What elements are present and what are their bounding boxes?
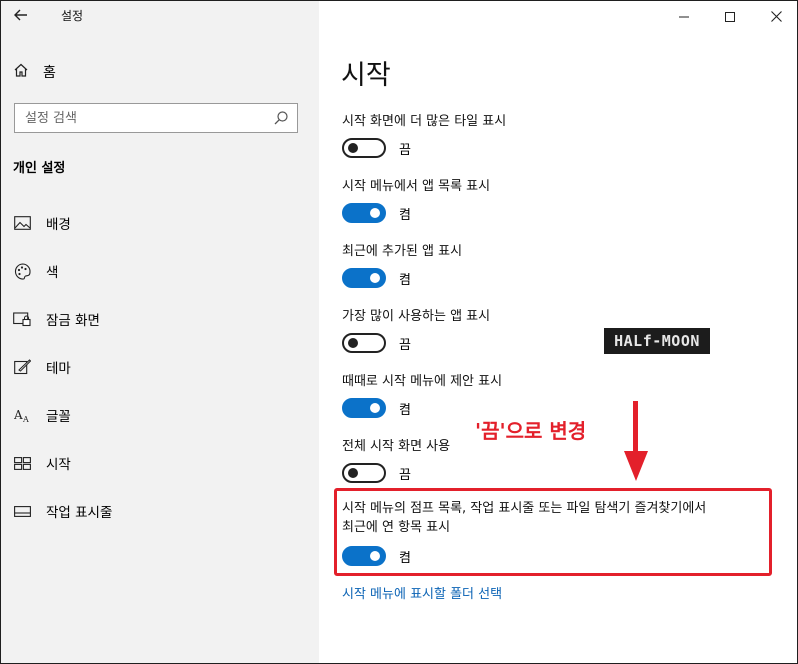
setting-label-suggestions: 때때로 시작 메뉴에 제안 표시 bbox=[342, 374, 503, 389]
sidebar-item-label: 작업 표시줄 bbox=[46, 505, 113, 521]
page-title: 시작 bbox=[341, 60, 391, 91]
toggle-knob bbox=[370, 551, 380, 561]
toggle-state-label: 끔 bbox=[399, 467, 411, 483]
choose-folders-link[interactable]: 시작 메뉴에 표시할 폴더 선택 bbox=[342, 583, 502, 602]
main-content: 시작 시작 화면에 더 많은 타일 표시 끔 시작 메뉴에서 앱 목록 표시 켬… bbox=[319, 1, 797, 663]
search-input[interactable] bbox=[15, 109, 267, 127]
sidebar-item-label: 잠금 화면 bbox=[46, 313, 100, 329]
jump-list-label-line1: 시작 메뉴의 점프 목록, 작업 표시줄 또는 파일 탐색기 즐겨찾기에서 bbox=[342, 501, 707, 516]
minimize-icon bbox=[679, 7, 689, 26]
setting-label-full-screen: 전체 시작 화면 사용 bbox=[342, 439, 451, 454]
arrow-left-icon bbox=[14, 7, 28, 25]
toggle-knob bbox=[348, 338, 358, 348]
setting-label-recently-added: 최근에 추가된 앱 표시 bbox=[342, 244, 463, 259]
toggle-switch[interactable] bbox=[342, 546, 386, 566]
toggle-state-label: 켬 bbox=[399, 207, 411, 223]
sidebar-item-label: 글꼴 bbox=[46, 409, 71, 425]
toggle-knob bbox=[348, 143, 358, 153]
toggle-knob bbox=[370, 273, 380, 283]
toggle-switch[interactable] bbox=[342, 463, 386, 483]
theme-brush-icon bbox=[13, 358, 31, 376]
toggle-state-label: 끔 bbox=[399, 337, 411, 353]
toggle-state-label: 켬 bbox=[399, 550, 411, 566]
setting-row-recently-added: 켬 bbox=[342, 268, 411, 288]
maximize-button[interactable] bbox=[707, 1, 753, 31]
sidebar-item-home[interactable]: 홈 bbox=[13, 59, 56, 85]
setting-label-jump-list: 시작 메뉴의 점프 목록, 작업 표시줄 또는 파일 탐색기 즐겨찾기에서 최근… bbox=[342, 499, 772, 537]
sidebar-item-label: 테마 bbox=[46, 361, 71, 377]
back-button[interactable] bbox=[7, 4, 35, 28]
setting-row-more-tiles: 끔 bbox=[342, 138, 411, 158]
start-tiles-icon bbox=[13, 454, 31, 472]
setting-row-app-list: 켬 bbox=[342, 203, 411, 223]
home-icon bbox=[13, 62, 29, 82]
setting-row-suggestions: 켬 bbox=[342, 398, 411, 418]
sidebar-item-color[interactable]: 색 bbox=[13, 258, 303, 284]
search-icon[interactable] bbox=[273, 110, 289, 130]
svg-text:A: A bbox=[14, 408, 23, 422]
setting-row-most-used: 끔 bbox=[342, 333, 411, 353]
toggle-switch[interactable] bbox=[342, 333, 386, 353]
toggle-state-label: 끔 bbox=[399, 142, 411, 158]
toggle-switch[interactable] bbox=[342, 138, 386, 158]
sidebar-item-lock-screen[interactable]: 잠금 화면 bbox=[13, 306, 303, 332]
sidebar: 설정 홈 개인 설정 배경 색 bbox=[1, 1, 319, 663]
palette-icon bbox=[13, 262, 31, 280]
watermark-logo: HALf-MOON bbox=[604, 328, 710, 354]
toggle-state-label: 켬 bbox=[399, 402, 411, 418]
annotation-arrow-shaft bbox=[633, 401, 638, 453]
setting-row-jump-list: 켬 bbox=[342, 546, 411, 566]
setting-label-most-used: 가장 많이 사용하는 앱 표시 bbox=[342, 309, 491, 324]
setting-label-more-tiles: 시작 화면에 더 많은 타일 표시 bbox=[342, 114, 507, 129]
sidebar-item-background[interactable]: 배경 bbox=[13, 210, 303, 236]
toggle-switch[interactable] bbox=[342, 203, 386, 223]
close-button[interactable] bbox=[753, 1, 797, 31]
toggle-knob bbox=[348, 468, 358, 478]
home-label: 홈 bbox=[43, 65, 56, 81]
section-header: 개인 설정 bbox=[13, 161, 66, 176]
app-title: 설정 bbox=[61, 9, 84, 23]
setting-row-full-screen: 끔 bbox=[342, 463, 411, 483]
font-icon: AA bbox=[13, 406, 31, 424]
image-icon bbox=[13, 214, 31, 232]
sidebar-item-label: 시작 bbox=[46, 457, 71, 473]
sidebar-item-taskbar[interactable]: 작업 표시줄 bbox=[13, 498, 303, 524]
annotation-text: '끔'으로 변경 bbox=[475, 419, 587, 443]
toggle-switch[interactable] bbox=[342, 398, 386, 418]
sidebar-item-fonts[interactable]: AA 글꼴 bbox=[13, 402, 303, 428]
annotation-arrow-head-icon bbox=[624, 451, 648, 481]
toggle-knob bbox=[370, 403, 380, 413]
close-icon bbox=[770, 7, 782, 26]
sidebar-item-label: 배경 bbox=[46, 217, 71, 233]
lock-screen-icon bbox=[13, 310, 31, 328]
sidebar-item-theme[interactable]: 테마 bbox=[13, 354, 303, 380]
setting-label-app-list: 시작 메뉴에서 앱 목록 표시 bbox=[342, 179, 491, 194]
minimize-button[interactable] bbox=[661, 1, 707, 31]
toggle-knob bbox=[370, 208, 380, 218]
toggle-state-label: 켬 bbox=[399, 272, 411, 288]
settings-window: 설정 홈 개인 설정 배경 색 bbox=[0, 0, 798, 664]
sidebar-item-start[interactable]: 시작 bbox=[13, 450, 303, 476]
maximize-icon bbox=[725, 7, 735, 26]
sidebar-item-label: 색 bbox=[46, 265, 59, 281]
search-box[interactable] bbox=[14, 103, 298, 133]
jump-list-label-line2: 최근에 연 항목 표시 bbox=[342, 520, 451, 535]
taskbar-icon bbox=[13, 502, 31, 520]
toggle-switch[interactable] bbox=[342, 268, 386, 288]
svg-text:A: A bbox=[22, 415, 29, 423]
